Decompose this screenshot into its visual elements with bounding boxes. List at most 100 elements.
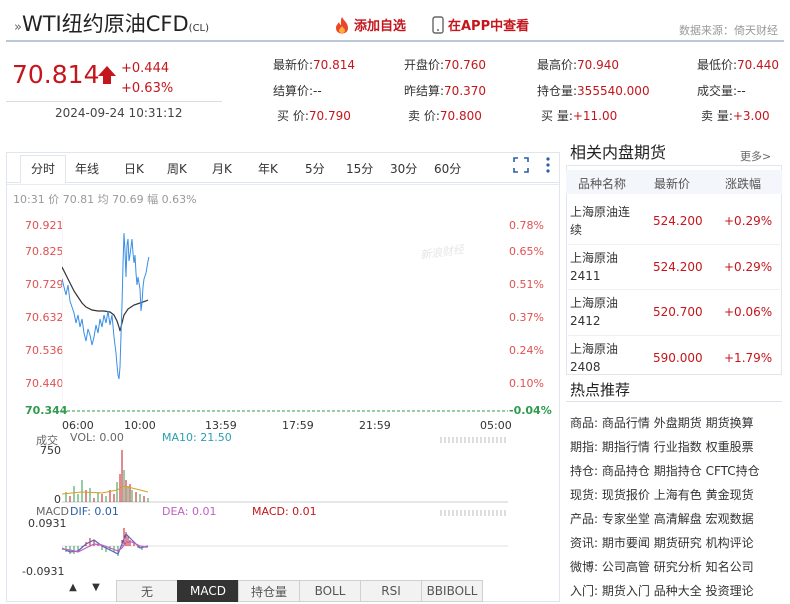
related-price: 524.200 [653, 260, 703, 274]
dif-label: DIF: 0.01 [70, 505, 119, 518]
tab-30min[interactable]: 30分 [390, 160, 417, 177]
pct-label: 0.51% [509, 278, 544, 291]
hot-link[interactable]: 期货换算 [706, 416, 754, 430]
tab-15min[interactable]: 15分 [346, 160, 373, 177]
hot-row: 商品: 商品行情 外盘期货 期货换算 [570, 416, 754, 430]
pct-label-base: -0.04% [509, 404, 552, 417]
hot-link[interactable]: 期指持仓 [654, 464, 702, 478]
indicator-macd[interactable]: MACD [177, 580, 239, 602]
price-divider [6, 101, 222, 102]
hot-link[interactable]: CFTC持仓 [706, 464, 760, 478]
quote-settle: 结算价:-- [273, 84, 322, 98]
quote-high: 最高价:70.940 [537, 58, 620, 72]
hot-link[interactable]: 公司高管 [602, 560, 650, 574]
related-name[interactable]: 上海原油2412 [570, 294, 636, 330]
hot-row: 入门: 期货入门 品种大全 投资理论 [570, 584, 754, 598]
hot-link[interactable]: 宏观数据 [706, 512, 754, 526]
price-line [62, 232, 150, 380]
vol-max: 750 [40, 444, 61, 457]
last-price: 70.814 [12, 60, 100, 89]
x-label: 10:00 [124, 419, 156, 432]
hot-link[interactable]: 上海有色 [654, 488, 702, 502]
y-label: 70.729 [25, 278, 64, 291]
scroll-down-icon[interactable]: ▼ [88, 582, 104, 598]
more-menu-icon[interactable] [545, 156, 551, 174]
more-link[interactable]: 更多> [740, 148, 771, 164]
tab-yearly-k[interactable]: 年K [258, 160, 278, 177]
tab-monthly-k[interactable]: 月K [212, 160, 232, 177]
hot-link[interactable]: 机构评论 [706, 536, 754, 550]
hot-link[interactable]: 投资理论 [706, 584, 754, 598]
open-app-label: 在APP中查看 [448, 19, 530, 34]
tab-60min[interactable]: 60分 [434, 160, 461, 177]
hot-link[interactable]: 品种大全 [654, 584, 702, 598]
hot-link[interactable]: 现货报价 [602, 488, 650, 502]
y-label: 70.632 [25, 311, 64, 324]
col-price: 最新价 [654, 177, 691, 191]
add-watchlist-label: 添加自选 [354, 19, 407, 34]
hot-link[interactable]: 黄金现货 [706, 488, 754, 502]
price-change: +0.444 [121, 61, 170, 76]
tab-year-line[interactable]: 年线 [75, 160, 99, 177]
open-app-button[interactable]: 在APP中查看 [432, 15, 529, 34]
hot-link[interactable]: 商品持仓 [602, 464, 650, 478]
macd-value-label: MACD: 0.01 [252, 505, 317, 518]
tab-weekly-k[interactable]: 周K [167, 160, 187, 177]
x-label: 21:59 [359, 419, 391, 432]
vol-ma-line [62, 485, 149, 495]
price-change-pct: +0.63% [121, 81, 174, 96]
hot-link[interactable]: 期货研究 [654, 536, 702, 550]
quote-low: 最低价:70.440 [697, 58, 780, 72]
macd-dotted-band [440, 510, 508, 516]
volume-chart [62, 450, 508, 503]
hot-link[interactable]: 权重股票 [706, 440, 754, 454]
quote-bid-qty: 买 量:+11.00 [541, 109, 618, 123]
hot-row: 期指: 期指行情 行业指数 权重股票 [570, 440, 754, 454]
related-price: 524.200 [653, 214, 703, 228]
col-name: 品种名称 [578, 177, 627, 191]
indicator-rsi[interactable]: RSI [360, 580, 422, 602]
hot-link[interactable]: 商品行情 [602, 416, 650, 430]
hot-link[interactable]: 外盘期货 [654, 416, 702, 430]
phone-icon [432, 15, 444, 34]
hot-link[interactable]: 研究分析 [654, 560, 702, 574]
quote-time: 2024-09-24 10:31:12 [55, 106, 183, 120]
row-divider [568, 335, 780, 336]
related-name[interactable]: 上海原油连续 [570, 203, 636, 239]
chevron-icon: » [14, 20, 22, 35]
indicator-open-interest[interactable]: 持仓量 [238, 580, 300, 602]
indicator-bbiboll[interactable]: BBIBOLL [421, 580, 483, 602]
indicator-none[interactable]: 无 [116, 580, 178, 602]
volume-bars [65, 450, 149, 502]
quote-prev-settle: 昨结算:70.370 [404, 84, 487, 98]
ma10-label: MA10: 21.50 [162, 431, 232, 444]
indicator-boll[interactable]: BOLL [299, 580, 361, 602]
instrument-title: »WTI纽约原油CFD(CL) [14, 12, 210, 36]
related-name[interactable]: 上海原油2411 [570, 249, 636, 285]
hot-link[interactable]: 行业指数 [654, 440, 702, 454]
quote-bid: 买 价:70.790 [277, 109, 351, 123]
related-pct: +1.79% [724, 351, 773, 365]
add-watchlist-button[interactable]: 添加自选 [334, 15, 406, 34]
fullscreen-icon[interactable] [513, 157, 529, 173]
tab-timeshare[interactable]: 分时 [31, 160, 55, 177]
related-name[interactable]: 上海原油2408 [570, 340, 636, 376]
hot-link[interactable]: 期市要闻 [602, 536, 650, 550]
quote-ask-qty: 卖 量:+3.00 [701, 109, 770, 123]
hot-row: 持仓: 商品持仓 期指持仓 CFTC持仓 [570, 464, 760, 478]
data-source: 数据来源：倚天财经 [679, 24, 778, 37]
tab-5min[interactable]: 5分 [305, 160, 325, 177]
hot-link[interactable]: 期指行情 [602, 440, 650, 454]
hot-link[interactable]: 知名公司 [706, 560, 754, 574]
price-chart [62, 215, 508, 412]
hot-link[interactable]: 高清解盘 [654, 512, 702, 526]
hot-link[interactable]: 专家坐堂 [602, 512, 650, 526]
hot-row: 产品: 专家坐堂 高清解盘 宏观数据 [570, 512, 754, 526]
scroll-up-icon[interactable]: ▲ [65, 582, 81, 598]
header-divider [6, 40, 784, 42]
tab-daily-k[interactable]: 日K [124, 160, 144, 177]
col-pct: 涨跌幅 [725, 177, 762, 191]
hot-link[interactable]: 期货入门 [602, 584, 650, 598]
quote-volume: 成交量:-- [697, 84, 746, 98]
macd-min: -0.0931 [22, 565, 65, 578]
